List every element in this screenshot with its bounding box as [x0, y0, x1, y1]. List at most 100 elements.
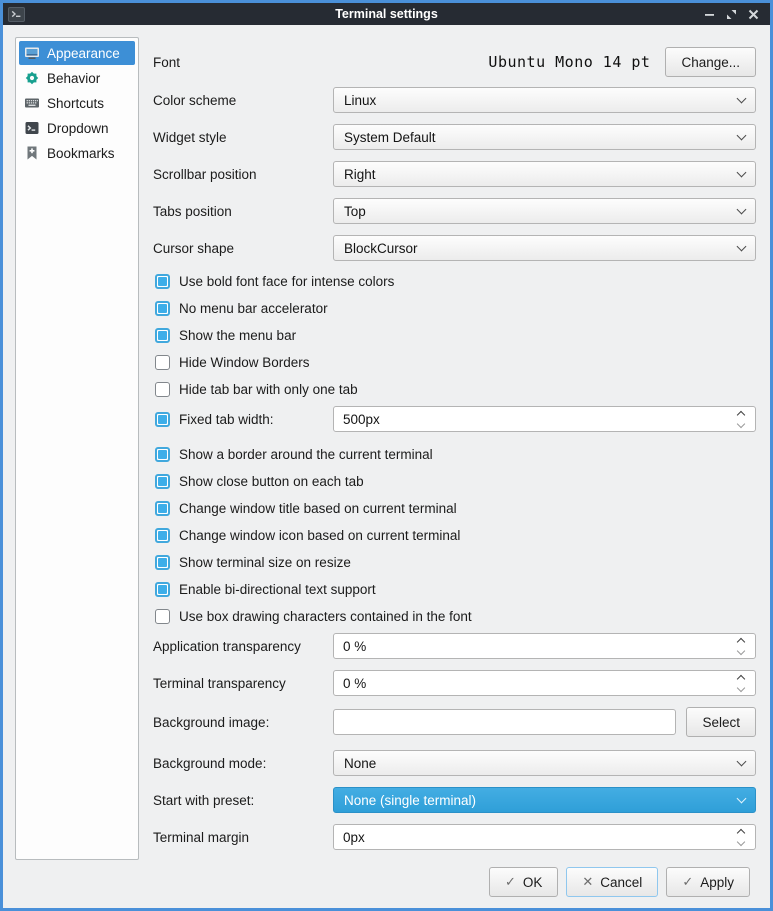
terminal-margin-spinner[interactable]: 0px — [333, 824, 756, 850]
checkbox-show-terminal-size[interactable]: Show terminal size on resize — [155, 552, 756, 572]
tabs-position-row: Tabs position Top — [153, 198, 756, 224]
spin-up-icon[interactable] — [737, 410, 745, 418]
spin-up-icon[interactable] — [737, 637, 745, 645]
fixed-tab-width-row: Fixed tab width: 500px — [153, 406, 756, 432]
checkbox-box[interactable] — [155, 355, 170, 370]
appearance-monitor-icon — [24, 45, 40, 61]
font-value: Ubuntu Mono 14 pt — [488, 53, 650, 71]
start-preset-select[interactable]: None (single terminal) — [333, 787, 756, 813]
sidebar-item-bookmarks[interactable]: Bookmarks — [19, 141, 135, 165]
checkbox-use-bold-font[interactable]: Use bold font face for intense colors — [155, 271, 756, 291]
checkbox-box[interactable] — [155, 555, 170, 570]
font-change-button[interactable]: Change... — [665, 47, 756, 77]
sidebar-item-appearance[interactable]: Appearance — [19, 41, 135, 65]
checkbox-change-window-icon[interactable]: Change window icon based on current term… — [155, 525, 756, 545]
checkbox-box[interactable] — [155, 274, 170, 289]
sidebar-item-behavior[interactable]: Behavior — [19, 66, 135, 90]
sidebar-item-dropdown[interactable]: Dropdown — [19, 116, 135, 140]
spin-down-icon[interactable] — [737, 646, 745, 654]
checkbox-label: Change window title based on current ter… — [179, 501, 457, 516]
font-label: Font — [153, 55, 333, 70]
background-image-row: Background image: Select — [153, 707, 756, 737]
tabs-position-select[interactable]: Top — [333, 198, 756, 224]
checkbox-box[interactable] — [155, 328, 170, 343]
checkbox-label: Use box drawing characters contained in … — [179, 609, 472, 624]
spin-down-icon[interactable] — [737, 837, 745, 845]
scrollbar-position-label: Scrollbar position — [153, 167, 333, 182]
maximize-icon[interactable] — [723, 6, 739, 22]
checkbox-box[interactable] — [155, 609, 170, 624]
behavior-gear-icon — [24, 70, 40, 86]
apply-button-label: Apply — [700, 875, 734, 890]
checkbox-box-drawing-characters[interactable]: Use box drawing characters contained in … — [155, 606, 756, 626]
terminal-transparency-spinner[interactable]: 0 % — [333, 670, 756, 696]
color-scheme-label: Color scheme — [153, 93, 333, 108]
checkbox-no-menubar-accelerator[interactable]: No menu bar accelerator — [155, 298, 756, 318]
cross-icon: ✕ — [582, 874, 593, 890]
checkbox-label: Hide tab bar with only one tab — [179, 382, 358, 397]
sidebar-item-label: Appearance — [47, 46, 120, 61]
scrollbar-position-select[interactable]: Right — [333, 161, 756, 187]
checkbox-show-menubar[interactable]: Show the menu bar — [155, 325, 756, 345]
chevron-down-icon — [737, 167, 747, 177]
sidebar-item-label: Behavior — [47, 71, 100, 86]
fixed-tab-width-spinner[interactable]: 500px — [333, 406, 756, 432]
checkbox-group-1: Use bold font face for intense colors No… — [153, 271, 756, 399]
font-row: Font Ubuntu Mono 14 pt Change... — [153, 47, 756, 77]
color-scheme-select[interactable]: Linux — [333, 87, 756, 113]
cursor-shape-select[interactable]: BlockCursor — [333, 235, 756, 261]
color-scheme-row: Color scheme Linux — [153, 87, 756, 113]
cancel-button[interactable]: ✕ Cancel — [566, 867, 658, 897]
checkbox-box[interactable] — [155, 447, 170, 462]
check-icon: ✓ — [682, 874, 693, 890]
spin-down-icon[interactable] — [737, 419, 745, 427]
checkbox-hide-window-borders[interactable]: Hide Window Borders — [155, 352, 756, 372]
checkbox-border-current-terminal[interactable]: Show a border around the current termina… — [155, 444, 756, 464]
application-transparency-spinner[interactable]: 0 % — [333, 633, 756, 659]
spin-up-icon[interactable] — [737, 828, 745, 836]
checkbox-hide-tab-bar[interactable]: Hide tab bar with only one tab — [155, 379, 756, 399]
bookmarks-icon — [24, 145, 40, 161]
apply-button[interactable]: ✓ Apply — [666, 867, 750, 897]
sidebar-item-label: Bookmarks — [47, 146, 115, 161]
spinner-arrows — [738, 830, 746, 845]
background-mode-select[interactable]: None — [333, 750, 756, 776]
background-image-select-button[interactable]: Select — [686, 707, 756, 737]
checkbox-label: Show a border around the current termina… — [179, 447, 433, 462]
sidebar-item-label: Dropdown — [47, 121, 109, 136]
checkbox-box[interactable] — [155, 382, 170, 397]
cancel-button-label: Cancel — [600, 875, 642, 890]
tabs-position-label: Tabs position — [153, 204, 333, 219]
shortcuts-keyboard-icon — [24, 95, 40, 111]
chevron-down-icon — [737, 204, 747, 214]
minimize-icon[interactable] — [701, 6, 717, 22]
checkbox-change-window-title[interactable]: Change window title based on current ter… — [155, 498, 756, 518]
start-preset-label: Start with preset: — [153, 793, 333, 808]
checkbox-label: Hide Window Borders — [179, 355, 310, 370]
terminal-margin-label: Terminal margin — [153, 830, 333, 845]
checkbox-fixed-tab-width[interactable]: Fixed tab width: — [155, 409, 333, 429]
ok-button-label: OK — [523, 875, 543, 890]
checkbox-close-button-each-tab[interactable]: Show close button on each tab — [155, 471, 756, 491]
spin-up-icon[interactable] — [737, 674, 745, 682]
checkbox-bidirectional-text[interactable]: Enable bi-directional text support — [155, 579, 756, 599]
ok-button[interactable]: ✓ OK — [489, 867, 558, 897]
checkbox-box[interactable] — [155, 501, 170, 516]
checkbox-box[interactable] — [155, 412, 170, 427]
spinner-arrows — [738, 676, 746, 691]
spinner-arrows — [738, 639, 746, 654]
settings-category-list: Appearance Behavior — [15, 37, 139, 860]
checkbox-box[interactable] — [155, 301, 170, 316]
checkbox-box[interactable] — [155, 474, 170, 489]
chevron-down-icon — [737, 93, 747, 103]
sidebar-item-shortcuts[interactable]: Shortcuts — [19, 91, 135, 115]
spin-down-icon[interactable] — [737, 683, 745, 691]
widget-style-select[interactable]: System Default — [333, 124, 756, 150]
background-mode-value: None — [344, 756, 376, 771]
checkbox-box[interactable] — [155, 528, 170, 543]
checkbox-box[interactable] — [155, 582, 170, 597]
background-image-input[interactable] — [333, 709, 676, 735]
chevron-down-icon — [737, 241, 747, 251]
widget-style-value: System Default — [344, 130, 436, 145]
close-icon[interactable] — [745, 6, 761, 22]
